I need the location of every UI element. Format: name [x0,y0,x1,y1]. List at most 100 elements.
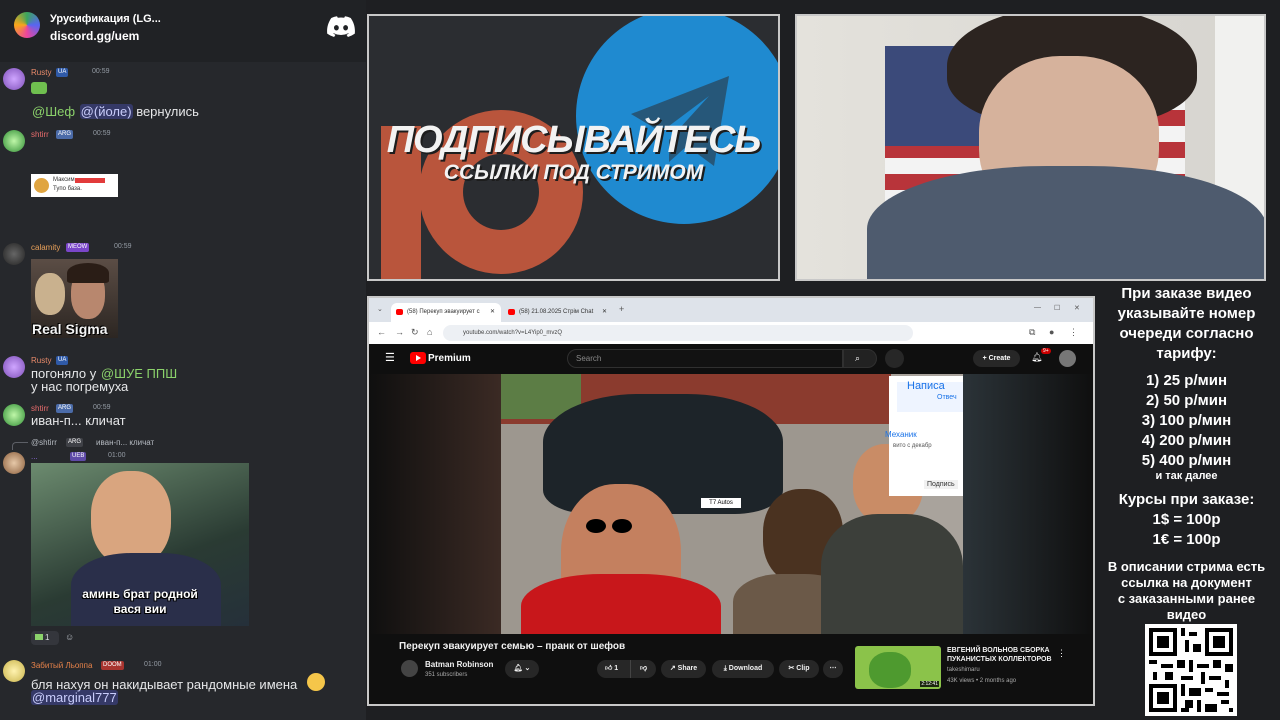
laughing-emoji-icon [307,673,325,691]
close-tab-icon[interactable]: ✕ [602,303,607,322]
extensions-icon[interactable]: ⧉ [1029,327,1035,338]
message-author[interactable]: Забитый Льоппа [31,661,92,670]
recommended-thumbnail[interactable]: 2:12:41 [855,646,941,689]
message-author[interactable]: Rusty [31,68,51,77]
order-pricing-panel: При заказе видео указывайте номер очеред… [1099,284,1274,720]
hamburger-icon[interactable]: ☰ [385,351,395,364]
menu-icon[interactable]: ⋮ [1069,327,1078,338]
browser-tab-active[interactable]: (58) Перекуп эвакуирует с ✕ [391,303,501,322]
close-window-icon[interactable]: ✕ [1074,304,1080,312]
message-text: @Шеф @(йоле) вернулись [31,104,199,119]
browser-tab[interactable]: (58) 21.08.2025 Стрім Chat ✕ [503,303,613,322]
profile-icon[interactable]: ● [1049,327,1054,337]
pricing-intro-line: очереди согласно [1119,325,1254,342]
clip-label: Clip [796,665,810,672]
maximize-icon[interactable]: ☐ [1054,304,1060,312]
youtube-brand[interactable]: Premium [428,353,471,364]
role-badge: DOOM [101,661,124,670]
youtube-logo-icon[interactable] [410,352,426,364]
car [543,394,783,514]
reaction-emoji-icon [35,634,43,640]
minimize-icon[interactable]: — [1034,304,1041,311]
new-tab-icon[interactable]: + [619,304,624,314]
search-button[interactable]: ⌕ [843,349,877,368]
voice-search-icon[interactable] [885,349,904,368]
video-subtitle-line: аминь брат родной [82,587,198,601]
reaction-chip[interactable]: 1 [31,631,59,645]
avatar[interactable] [3,356,25,378]
mention[interactable]: @Шеф [31,104,76,119]
url-input[interactable]: youtube.com/watch?v=L4Yip0_mvzQ [443,325,913,341]
youtube-masthead: ☰ Premium Search ⌕ + Create 🔔︎ 9+ [369,344,1093,374]
avatar[interactable] [3,404,25,426]
message-author[interactable]: calamity [31,243,60,252]
pricing-tier: 1) 25 р/мин [1145,372,1228,389]
tab-strip: ⌄ (58) Перекуп эвакуирует с ✕ (58) 21.08… [369,298,1093,322]
message-time: 00:59 [93,404,111,411]
video-player[interactable]: T7 Autos Написа Отвеч Механик вито с дек… [501,374,963,634]
pricing-tier: 5) 400 р/мин [1141,452,1232,469]
message-author[interactable]: Rusty [31,356,51,365]
forward-icon[interactable]: → [395,327,404,337]
like-icon: 👍︎ [605,665,613,672]
download-button[interactable]: ⤓ Download [712,660,774,678]
avatar[interactable] [3,660,25,682]
avatar[interactable] [3,243,25,265]
channel-avatar[interactable] [401,660,418,677]
message-time: 01:00 [144,661,162,668]
message-author[interactable]: shtirr [31,130,49,139]
avatar[interactable] [3,452,25,474]
message-author[interactable]: shtirr [31,404,49,413]
create-button[interactable]: + Create [973,350,1020,367]
recommended-channel[interactable]: takeshimaru [947,667,980,673]
server-name: Урусификация (LG... [50,13,161,25]
account-avatar[interactable] [1059,350,1076,367]
reload-icon[interactable]: ↻ [411,327,419,338]
dislike-button[interactable]: 👎︎ [630,660,656,678]
reply-badge: ARG [66,438,84,447]
ambient-glow-left [369,374,501,634]
attached-image[interactable]: Real Sigma [31,259,118,338]
pricing-etc: и так далее [1155,470,1218,482]
notification-count: 9+ [1041,348,1051,354]
role-badge: UEB [70,452,87,461]
recommended-menu-icon[interactable]: ⋮ [1057,648,1066,659]
recommended-title[interactable]: ЕВГЕНИЙ ВОЛЬНОВ СБОРКА ПУКАНИСТЫХ КОЛЛЕК… [947,646,1057,664]
avatar[interactable] [3,130,25,152]
message-text-tail: вернулись [136,104,199,119]
avito-title: Написа [907,380,945,392]
home-icon[interactable]: ⌂ [427,327,432,337]
close-tab-icon[interactable]: ✕ [490,303,495,322]
reaction-count: 1 [45,633,50,642]
person-head [91,471,171,566]
add-reaction-icon[interactable]: ☺ [65,632,74,642]
mention[interactable]: @(йоле) [79,104,133,119]
quote-author: Максим [53,177,75,183]
search-icon: ⌕ [855,353,861,363]
attached-video[interactable]: аминь брат родной вася вии [31,463,249,626]
download-label: Download [728,665,763,672]
reply-author[interactable]: @shtirr [31,438,57,447]
role-badge: ARG [56,130,74,139]
avatar[interactable] [3,68,25,90]
role-badge: MEOW [66,243,90,252]
bell-icon[interactable]: 🔔︎ [1031,352,1042,363]
channel-name[interactable]: Batman Robinson [425,660,493,669]
role-badge: UA [56,356,69,365]
video-subtitle: аминь брат родной вася вии [31,587,249,617]
share-button[interactable]: ↗ Share [661,660,706,678]
youtube-favicon-icon [508,309,515,315]
banner-title: ПОДПИСЫВАЙТЕСЬ [386,119,762,161]
message-author[interactable]: ... [31,452,38,461]
reply-preview[interactable]: иван-п... кличат [96,438,154,447]
search-input[interactable]: Search [567,349,843,368]
quote-redaction [75,178,105,183]
more-actions-button[interactable]: ⋯ [823,660,843,678]
mention[interactable]: @marginal777 [31,690,118,705]
clip-button[interactable]: ✂ Clip [779,660,819,678]
subscribe-bell-button[interactable]: 🔔︎ ⌄ [505,660,539,678]
tab-search-icon[interactable]: ⌄ [377,305,383,313]
back-icon[interactable]: ← [377,327,386,337]
sticker-icon [31,82,47,94]
youtube-favicon-icon [396,309,403,315]
